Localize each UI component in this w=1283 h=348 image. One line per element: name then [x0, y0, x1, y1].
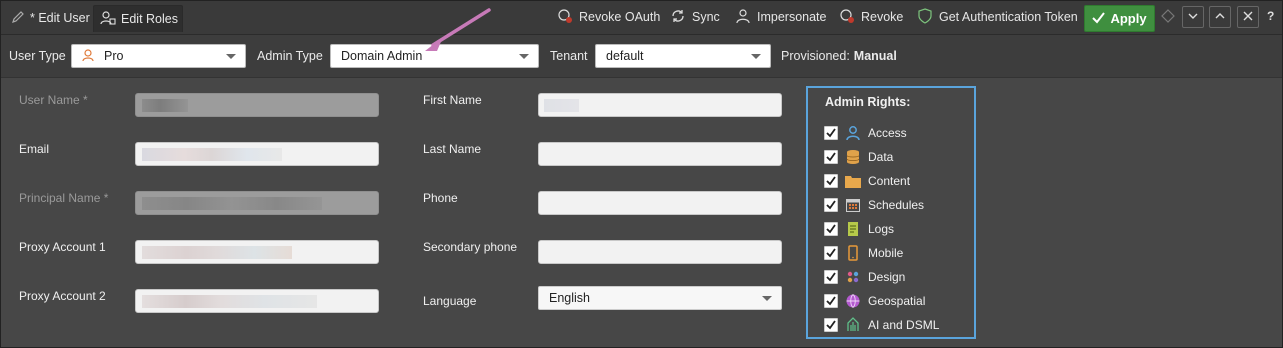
diamond-icon — [1161, 8, 1175, 26]
language-label: Language — [423, 294, 477, 308]
annotation-arrow — [425, 8, 491, 51]
close-button[interactable] — [1237, 6, 1259, 28]
logs-checkbox[interactable] — [824, 222, 838, 236]
user-type-bar: User Type Pro Admin Type Domain Admin Te… — [1, 35, 1282, 78]
chevron-up-icon — [1214, 10, 1226, 25]
admin-rights-title: Admin Rights: — [825, 95, 911, 109]
chevron-down-icon — [762, 295, 772, 301]
access-checkbox[interactable] — [824, 126, 838, 140]
first-name-field[interactable] — [538, 93, 782, 117]
admin-rights-panel: Admin Rights: Access Data Content Schedu… — [806, 86, 976, 339]
email-field[interactable] — [135, 142, 379, 166]
content-checkbox[interactable] — [824, 174, 838, 188]
admin-right-schedules[interactable]: Schedules — [824, 195, 924, 215]
tab-label: Edit Roles — [121, 12, 178, 26]
language-select[interactable]: English — [538, 286, 782, 310]
phone-field[interactable] — [538, 191, 782, 215]
admin-right-data[interactable]: Data — [824, 147, 893, 167]
principal-name-field — [135, 191, 379, 215]
sync-icon — [670, 8, 686, 27]
last-name-field[interactable] — [538, 142, 782, 166]
ai-and-dsml-checkbox[interactable] — [824, 318, 838, 332]
globe-icon — [844, 292, 862, 310]
move-up-button[interactable] — [1209, 6, 1231, 28]
chevron-down-icon — [1187, 10, 1199, 25]
person-icon — [735, 8, 751, 27]
close-icon — [1242, 10, 1254, 25]
roles-icon — [100, 10, 116, 29]
pencil-icon — [11, 10, 25, 27]
secondary-phone-field[interactable] — [538, 240, 782, 264]
tenant-select[interactable]: default — [595, 44, 771, 68]
user-form: User Name * Email Principal Name * Proxy… — [1, 78, 1282, 346]
tenant-label: Tenant — [550, 49, 588, 63]
admin-right-geospatial[interactable]: Geospatial — [824, 291, 925, 311]
design-checkbox[interactable] — [824, 270, 838, 284]
get-authentication-token-button[interactable]: Get Authentication Token — [917, 7, 1078, 27]
revoke-button[interactable]: Revoke — [839, 7, 903, 27]
calendar-icon — [844, 196, 862, 214]
proxy-account-2-label: Proxy Account 2 — [19, 289, 106, 303]
admin-right-mobile[interactable]: Mobile — [824, 243, 903, 263]
proxy-account-1-field[interactable] — [135, 240, 379, 264]
chevron-down-icon — [226, 53, 236, 59]
proxy-account-2-field[interactable] — [135, 289, 379, 313]
user-type-label: User Type — [9, 49, 66, 63]
folder-icon — [844, 172, 862, 190]
mobile-icon — [844, 244, 862, 262]
last-name-label: Last Name — [423, 142, 482, 156]
shield-icon — [917, 7, 933, 27]
user-name-label: User Name * — [19, 93, 88, 107]
principal-name-label: Principal Name * — [19, 191, 109, 205]
tab-label: * Edit User — [30, 11, 90, 25]
log-icon — [844, 220, 862, 238]
provisioned-status: Provisioned: Manual — [781, 49, 897, 63]
phone-label: Phone — [423, 191, 458, 205]
schedules-checkbox[interactable] — [824, 198, 838, 212]
sync-button[interactable]: Sync — [670, 7, 720, 27]
admin-right-logs[interactable]: Logs — [824, 219, 894, 239]
user-type-select[interactable]: Pro — [71, 44, 246, 68]
admin-type-label: Admin Type — [257, 49, 323, 63]
admin-right-design[interactable]: Design — [824, 267, 905, 287]
database-icon — [844, 148, 862, 166]
impersonate-button[interactable]: Impersonate — [735, 7, 826, 27]
help-button[interactable]: ? — [1267, 9, 1274, 23]
revoke-oauth-icon — [557, 8, 573, 27]
secondary-phone-label: Secondary phone — [423, 240, 518, 254]
admin-right-access[interactable]: Access — [824, 123, 907, 143]
move-down-button[interactable] — [1182, 6, 1204, 28]
diamond-button[interactable] — [1157, 6, 1179, 28]
tab-edit-roles[interactable]: Edit Roles — [93, 5, 183, 32]
chevron-down-icon — [519, 53, 529, 59]
user-name-field — [135, 93, 379, 117]
provisioned-value: Manual — [853, 49, 897, 63]
user-type-icon — [82, 48, 96, 65]
data-checkbox[interactable] — [824, 150, 838, 164]
admin-right-ai-and-dsml[interactable]: AI and DSML — [824, 315, 939, 335]
top-toolbar: * Edit User Edit Roles Revoke OAuth Sync… — [1, 1, 1282, 35]
palette-icon — [844, 268, 862, 286]
revoke-icon — [839, 8, 855, 27]
geospatial-checkbox[interactable] — [824, 294, 838, 308]
mobile-checkbox[interactable] — [824, 246, 838, 260]
proxy-account-1-label: Proxy Account 1 — [19, 240, 106, 254]
ai-icon — [844, 316, 862, 334]
admin-right-content[interactable]: Content — [824, 171, 910, 191]
person-icon — [844, 124, 862, 142]
apply-button[interactable]: Apply — [1084, 5, 1155, 32]
revoke-oauth-button[interactable]: Revoke OAuth — [557, 7, 660, 27]
tab-edit-user[interactable]: * Edit User — [5, 5, 97, 31]
checkmark-icon — [1092, 11, 1106, 27]
chevron-down-icon — [751, 53, 761, 59]
email-label: Email — [19, 142, 50, 156]
edit-user-panel: * Edit User Edit Roles Revoke OAuth Sync… — [0, 0, 1283, 348]
first-name-label: First Name — [423, 93, 482, 107]
